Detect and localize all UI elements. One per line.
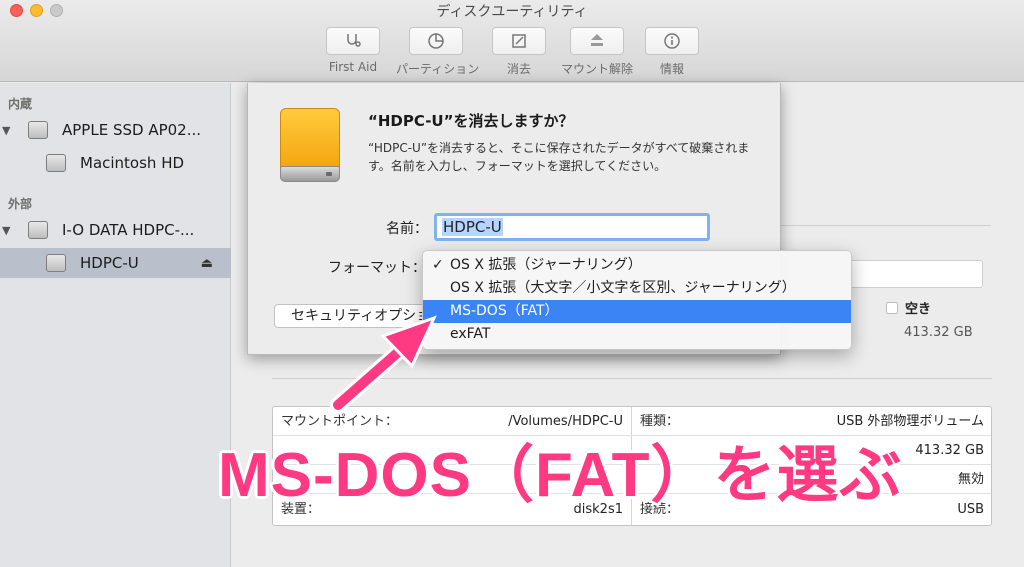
- sidebar-item-apple-ssd[interactable]: ▼ APPLE SSD AP02...: [0, 115, 231, 145]
- first-aid-label: First Aid: [328, 60, 378, 74]
- menu-item-ms-dos-fat[interactable]: MS-DOS（FAT）: [423, 300, 851, 323]
- format-dropdown-menu: ✓ OS X 拡張（ジャーナリング） OS X 拡張（大文字／小文字を区別、ジャ…: [422, 250, 852, 350]
- name-input-value: HDPC-U: [442, 218, 503, 236]
- sidebar-section-external: 外部: [8, 197, 33, 211]
- annotation-callout: MS-DOS（FAT）を選ぶ: [218, 441, 903, 510]
- security-options-button[interactable]: セキュリティオプション...: [274, 304, 434, 328]
- info-value: 413.32 GB: [915, 443, 984, 458]
- unmount-label: マウント解除: [560, 62, 633, 76]
- sidebar-section-internal: 内蔵: [8, 97, 33, 111]
- menu-item-label: MS-DOS（FAT）: [450, 303, 559, 319]
- name-input[interactable]: HDPC-U: [434, 213, 710, 241]
- external-drive-icon: [280, 108, 340, 182]
- menu-item-exfat[interactable]: exFAT: [423, 323, 851, 346]
- first-aid-button[interactable]: First Aid: [313, 27, 393, 74]
- eject-icon[interactable]: ⏏: [201, 256, 213, 271]
- sidebar-item-label: HDPC-U: [80, 254, 139, 272]
- info-button[interactable]: 情報: [632, 27, 712, 77]
- divider: [781, 225, 991, 226]
- volume-icon: [46, 154, 66, 172]
- window-title: ディスクユーティリティ: [436, 4, 588, 20]
- menu-item-label: OS X 拡張（ジャーナリング）: [450, 257, 642, 273]
- free-space-swatch: [886, 302, 898, 314]
- format-label: フォーマット：: [328, 260, 426, 276]
- sidebar-item-label: Macintosh HD: [80, 154, 185, 172]
- info-value: USB: [957, 502, 984, 517]
- dialog-description: “HDPC-U”を消去すると、そこに保存されたデータがすべて破棄されます。名前を…: [368, 141, 750, 173]
- sidebar: 内蔵 ▼ APPLE SSD AP02... Macintosh HD 外部 ▼…: [0, 83, 231, 567]
- sidebar-item-macintosh-hd[interactable]: Macintosh HD: [0, 148, 231, 178]
- divider: [272, 378, 992, 379]
- free-space-label: 空き: [905, 302, 932, 317]
- menu-item-osx-extended-journaled[interactable]: ✓ OS X 拡張（ジャーナリング）: [423, 254, 851, 277]
- menu-item-osx-extended-case-sensitive[interactable]: OS X 拡張（大文字／小文字を区別、ジャーナリング）: [423, 277, 851, 300]
- erase-label: 消去: [506, 62, 531, 76]
- unmount-button[interactable]: マウント解除: [557, 27, 637, 77]
- capacity-bar: [845, 260, 983, 288]
- stethoscope-icon: [347, 34, 361, 47]
- volume-icon: [46, 254, 66, 272]
- menu-item-label: exFAT: [450, 326, 491, 342]
- sidebar-item-label: APPLE SSD AP02...: [62, 121, 202, 139]
- internal-disk-icon: [28, 121, 48, 139]
- partition-icon: [428, 33, 444, 49]
- sidebar-item-label: I-O DATA HDPC-...: [62, 221, 195, 239]
- checkmark-icon: ✓: [432, 257, 444, 273]
- disclosure-triangle-icon[interactable]: ▼: [2, 124, 10, 137]
- erase-button[interactable]: 消去: [479, 27, 559, 77]
- erase-icon: [512, 34, 526, 48]
- dialog-title: “HDPC-U”を消去しますか？: [368, 112, 574, 130]
- unmount-icon: [591, 34, 603, 46]
- partition-label: パーティション: [396, 62, 480, 76]
- disclosure-triangle-icon[interactable]: ▼: [2, 224, 10, 237]
- sidebar-item-io-data[interactable]: ▼ I-O DATA HDPC-...: [0, 215, 231, 245]
- info-icon: [664, 33, 680, 49]
- external-disk-icon: [28, 221, 48, 239]
- menu-item-label: OS X 拡張（大文字／小文字を区別、ジャーナリング）: [450, 280, 796, 296]
- partition-button[interactable]: パーティション: [396, 27, 480, 77]
- window-toolbar: ディスクユーティリティ First Aid パーティション 消去 マウント解除 …: [0, 0, 1024, 82]
- name-label: 名前：: [386, 221, 428, 237]
- free-space-size: 413.32 GB: [904, 325, 973, 340]
- info-label: 情報: [659, 62, 684, 76]
- sidebar-item-hdpc-u[interactable]: HDPC-U ⏏: [0, 248, 231, 278]
- info-value: 無効: [957, 472, 984, 487]
